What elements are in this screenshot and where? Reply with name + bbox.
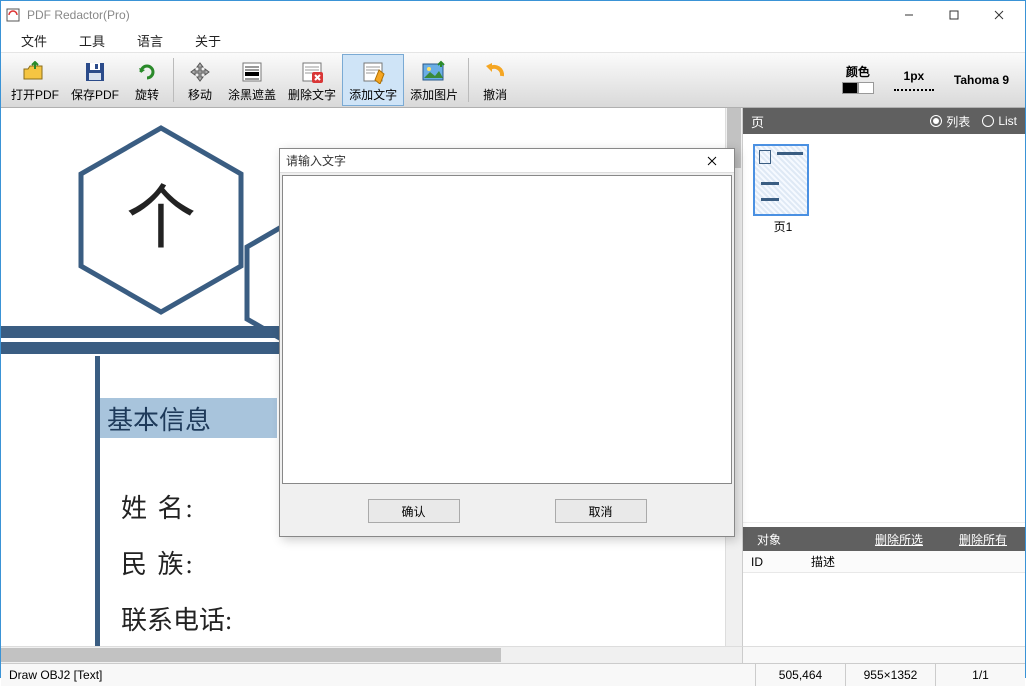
menu-language[interactable]: 语言 — [121, 29, 179, 52]
dialog-text-input[interactable] — [282, 175, 732, 484]
dialog-ok-button[interactable]: 确认 — [368, 499, 460, 523]
undo-button[interactable]: 撤消 — [473, 54, 517, 106]
undo-icon — [481, 58, 509, 86]
field-ethnicity: 民 族: — [121, 544, 195, 581]
objects-panel-header: 对象 删除所选 删除所有 — [743, 527, 1025, 551]
menu-bar: 文件 工具 语言 关于 — [1, 29, 1025, 53]
color-picker[interactable]: 颜色 — [842, 63, 874, 97]
status-bar: Draw OBJ2 [Text] 505,464 955×1352 1/1 — [1, 663, 1025, 686]
pages-panel-header: 页 列表 List — [743, 108, 1025, 134]
add-text-icon — [359, 58, 387, 86]
pages-title: 页 — [751, 112, 764, 131]
close-icon — [707, 156, 717, 166]
thumbnail-image — [753, 144, 809, 216]
toolbar-separator — [173, 58, 174, 102]
document-rule — [95, 356, 100, 646]
dialog-cancel-button[interactable]: 取消 — [555, 499, 647, 523]
page-label: 页1 — [753, 218, 813, 235]
dialog-titlebar[interactable]: 请输入文字 — [280, 149, 734, 173]
delete-selected-link[interactable]: 删除所选 — [857, 531, 941, 548]
save-pdf-button[interactable]: 保存PDF — [65, 54, 125, 106]
add-image-icon — [420, 58, 448, 86]
window-title: PDF Redactor(Pro) — [27, 8, 130, 22]
horizontal-scrollbar[interactable] — [1, 646, 742, 663]
col-desc[interactable]: 描述 — [803, 553, 835, 570]
objects-table: ID 描述 — [743, 551, 1025, 646]
maximize-button[interactable] — [931, 1, 976, 29]
hexagon-shape: 个 — [71, 122, 251, 322]
font-picker[interactable]: Tahoma 9 — [954, 73, 1009, 87]
view-mode-thumb[interactable]: List — [982, 114, 1017, 128]
objects-title: 对象 — [743, 531, 795, 548]
open-pdf-button[interactable]: 打开PDF — [5, 54, 65, 106]
side-panel: 页 列表 List 页1 对象 删除所选 删除所有 ID — [742, 108, 1025, 646]
title-bar: PDF Redactor(Pro) — [1, 1, 1025, 29]
status-page: 1/1 — [935, 664, 1025, 686]
col-id[interactable]: ID — [743, 555, 803, 569]
field-name: 姓 名: — [121, 488, 195, 525]
toolbar: 打开PDF 保存PDF 旋转 移动 涂黑遮盖 删除文字 添加文字 添加图片 撤消… — [1, 53, 1025, 108]
page-thumbnails: 页1 — [743, 134, 1025, 522]
line-width-picker[interactable]: 1px — [894, 69, 934, 91]
section-heading: 基本信息 — [95, 398, 277, 438]
svg-text:个: 个 — [126, 179, 196, 257]
view-mode-list[interactable]: 列表 — [930, 113, 970, 130]
menu-file[interactable]: 文件 — [5, 29, 63, 52]
close-button[interactable] — [976, 1, 1021, 29]
rotate-icon — [133, 58, 161, 86]
app-icon — [5, 7, 21, 23]
status-size: 955×1352 — [845, 664, 935, 686]
add-image-button[interactable]: 添加图片 — [404, 54, 464, 106]
save-icon — [81, 58, 109, 86]
toolbar-separator — [468, 58, 469, 102]
delete-all-link[interactable]: 删除所有 — [941, 531, 1025, 548]
dialog-title: 请输入文字 — [286, 152, 346, 169]
delete-text-icon — [298, 58, 326, 86]
line-style-icon — [894, 89, 934, 91]
blackout-button[interactable]: 涂黑遮盖 — [222, 54, 282, 106]
add-text-button[interactable]: 添加文字 — [342, 54, 404, 106]
menu-tools[interactable]: 工具 — [63, 29, 121, 52]
menu-about[interactable]: 关于 — [179, 29, 237, 52]
field-phone: 联系电话: — [121, 600, 232, 637]
rotate-button[interactable]: 旋转 — [125, 54, 169, 106]
dialog-close-button[interactable] — [696, 150, 728, 172]
move-icon — [186, 58, 214, 86]
status-message: Draw OBJ2 [Text] — [1, 664, 755, 686]
folder-open-icon — [21, 58, 49, 86]
status-coords: 505,464 — [755, 664, 845, 686]
text-input-dialog: 请输入文字 确认 取消 — [279, 148, 735, 537]
blackout-icon — [238, 58, 266, 86]
delete-text-button[interactable]: 删除文字 — [282, 54, 342, 106]
minimize-button[interactable] — [886, 1, 931, 29]
move-button[interactable]: 移动 — [178, 54, 222, 106]
page-thumbnail[interactable]: 页1 — [753, 144, 813, 235]
